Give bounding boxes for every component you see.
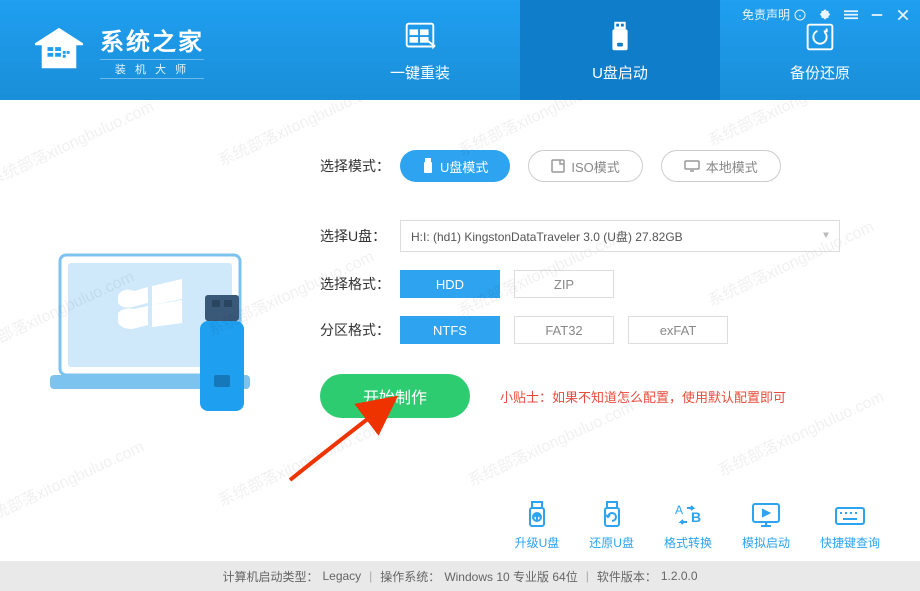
- disk-row: 选择U盘： H:I: (hd1) KingstonDataTraveler 3.…: [320, 220, 890, 252]
- os-value: Windows 10 专业版 64位: [444, 568, 577, 585]
- svg-text:B: B: [691, 509, 701, 525]
- main-tabs: 一键重装 U盘启动 备份还原: [320, 0, 920, 100]
- tool-restore[interactable]: 还原U盘: [589, 500, 634, 551]
- tab-label: U盘启动: [592, 62, 648, 83]
- statusbar: 计算机启动类型： Legacy | 操作系统： Windows 10 专业版 6…: [0, 561, 920, 591]
- boot-type-label: 计算机启动类型：: [222, 568, 318, 585]
- tool-upgrade[interactable]: 升级U盘: [515, 500, 560, 551]
- tool-simulate[interactable]: 模拟启动: [742, 500, 790, 551]
- bottom-tools: 升级U盘 还原U盘 AB 格式转换 模拟启动 快捷键查询: [0, 500, 920, 561]
- action-row: 开始制作 小贴士：如果不知道怎么配置，使用默认配置即可: [320, 374, 890, 418]
- format-row: 选择格式： HDD ZIP: [320, 270, 890, 298]
- hotkey-icon: [833, 500, 867, 530]
- disk-value: H:I: (hd1) KingstonDataTraveler 3.0 (U盘)…: [411, 228, 683, 245]
- separator: |: [369, 569, 372, 583]
- reinstall-icon: [401, 18, 439, 56]
- header: 免责声明 系统之家 装 机 大 师: [0, 0, 920, 100]
- mode-iso[interactable]: ISO模式: [528, 150, 642, 182]
- backup-icon: [801, 18, 839, 56]
- tab-label: 一键重装: [390, 62, 450, 83]
- mode-row: 选择模式： U盘模式 ISO模式 本地模式: [320, 150, 890, 182]
- mode-usb[interactable]: U盘模式: [400, 150, 510, 182]
- local-icon: [684, 160, 700, 172]
- upgrade-icon: [520, 500, 554, 530]
- mode-local[interactable]: 本地模式: [661, 150, 781, 182]
- os-label: 操作系统：: [380, 568, 440, 585]
- main-content: 选择模式： U盘模式 ISO模式 本地模式 选择U盘： H:I: (hd1) K…: [0, 100, 920, 500]
- tip-text: 小贴士：如果不知道怎么配置，使用默认配置即可: [500, 387, 786, 406]
- tool-label: 模拟启动: [742, 534, 790, 551]
- disk-label: 选择U盘：: [320, 226, 400, 246]
- format-label: 选择格式：: [320, 274, 400, 294]
- partition-ntfs[interactable]: NTFS: [400, 316, 500, 344]
- tab-reinstall[interactable]: 一键重装: [320, 0, 520, 100]
- svg-text:A: A: [675, 503, 683, 517]
- logo: 系统之家 装 机 大 师: [0, 22, 320, 79]
- format-zip[interactable]: ZIP: [514, 270, 614, 298]
- tool-label: 格式转换: [664, 534, 712, 551]
- version-label: 软件版本：: [597, 568, 657, 585]
- disk-dropdown[interactable]: H:I: (hd1) KingstonDataTraveler 3.0 (U盘)…: [400, 220, 840, 252]
- separator: |: [586, 569, 589, 583]
- restore-icon: [595, 500, 629, 530]
- mode-label-text: 本地模式: [706, 157, 758, 176]
- partition-exfat[interactable]: exFAT: [628, 316, 728, 344]
- partition-row: 分区格式： NTFS FAT32 exFAT: [320, 316, 890, 344]
- illustration: [30, 130, 300, 500]
- usb-icon: [601, 18, 639, 56]
- tab-backup[interactable]: 备份还原: [720, 0, 920, 100]
- version-value: 1.2.0.0: [661, 569, 698, 583]
- mode-label-text: U盘模式: [440, 157, 488, 176]
- start-button[interactable]: 开始制作: [320, 374, 470, 418]
- tab-usb-boot[interactable]: U盘启动: [520, 0, 720, 100]
- simulate-icon: [749, 500, 783, 530]
- tool-hotkey[interactable]: 快捷键查询: [820, 500, 880, 551]
- logo-title: 系统之家: [100, 22, 204, 57]
- tool-label: 还原U盘: [589, 534, 634, 551]
- logo-icon: [30, 26, 88, 74]
- mode-label: 选择模式：: [320, 156, 400, 176]
- tool-convert[interactable]: AB 格式转换: [664, 500, 712, 551]
- tool-label: 快捷键查询: [820, 534, 880, 551]
- logo-subtitle: 装 机 大 师: [100, 59, 204, 79]
- format-hdd[interactable]: HDD: [400, 270, 500, 298]
- partition-fat32[interactable]: FAT32: [514, 316, 614, 344]
- form: 选择模式： U盘模式 ISO模式 本地模式 选择U盘： H:I: (hd1) K…: [300, 130, 890, 500]
- partition-label: 分区格式：: [320, 320, 400, 340]
- tool-label: 升级U盘: [515, 534, 560, 551]
- mode-label-text: ISO模式: [571, 157, 619, 176]
- tab-label: 备份还原: [790, 62, 850, 83]
- usb-small-icon: [422, 158, 434, 174]
- iso-icon: [551, 159, 565, 173]
- convert-icon: AB: [671, 500, 705, 530]
- boot-type-value: Legacy: [322, 569, 361, 583]
